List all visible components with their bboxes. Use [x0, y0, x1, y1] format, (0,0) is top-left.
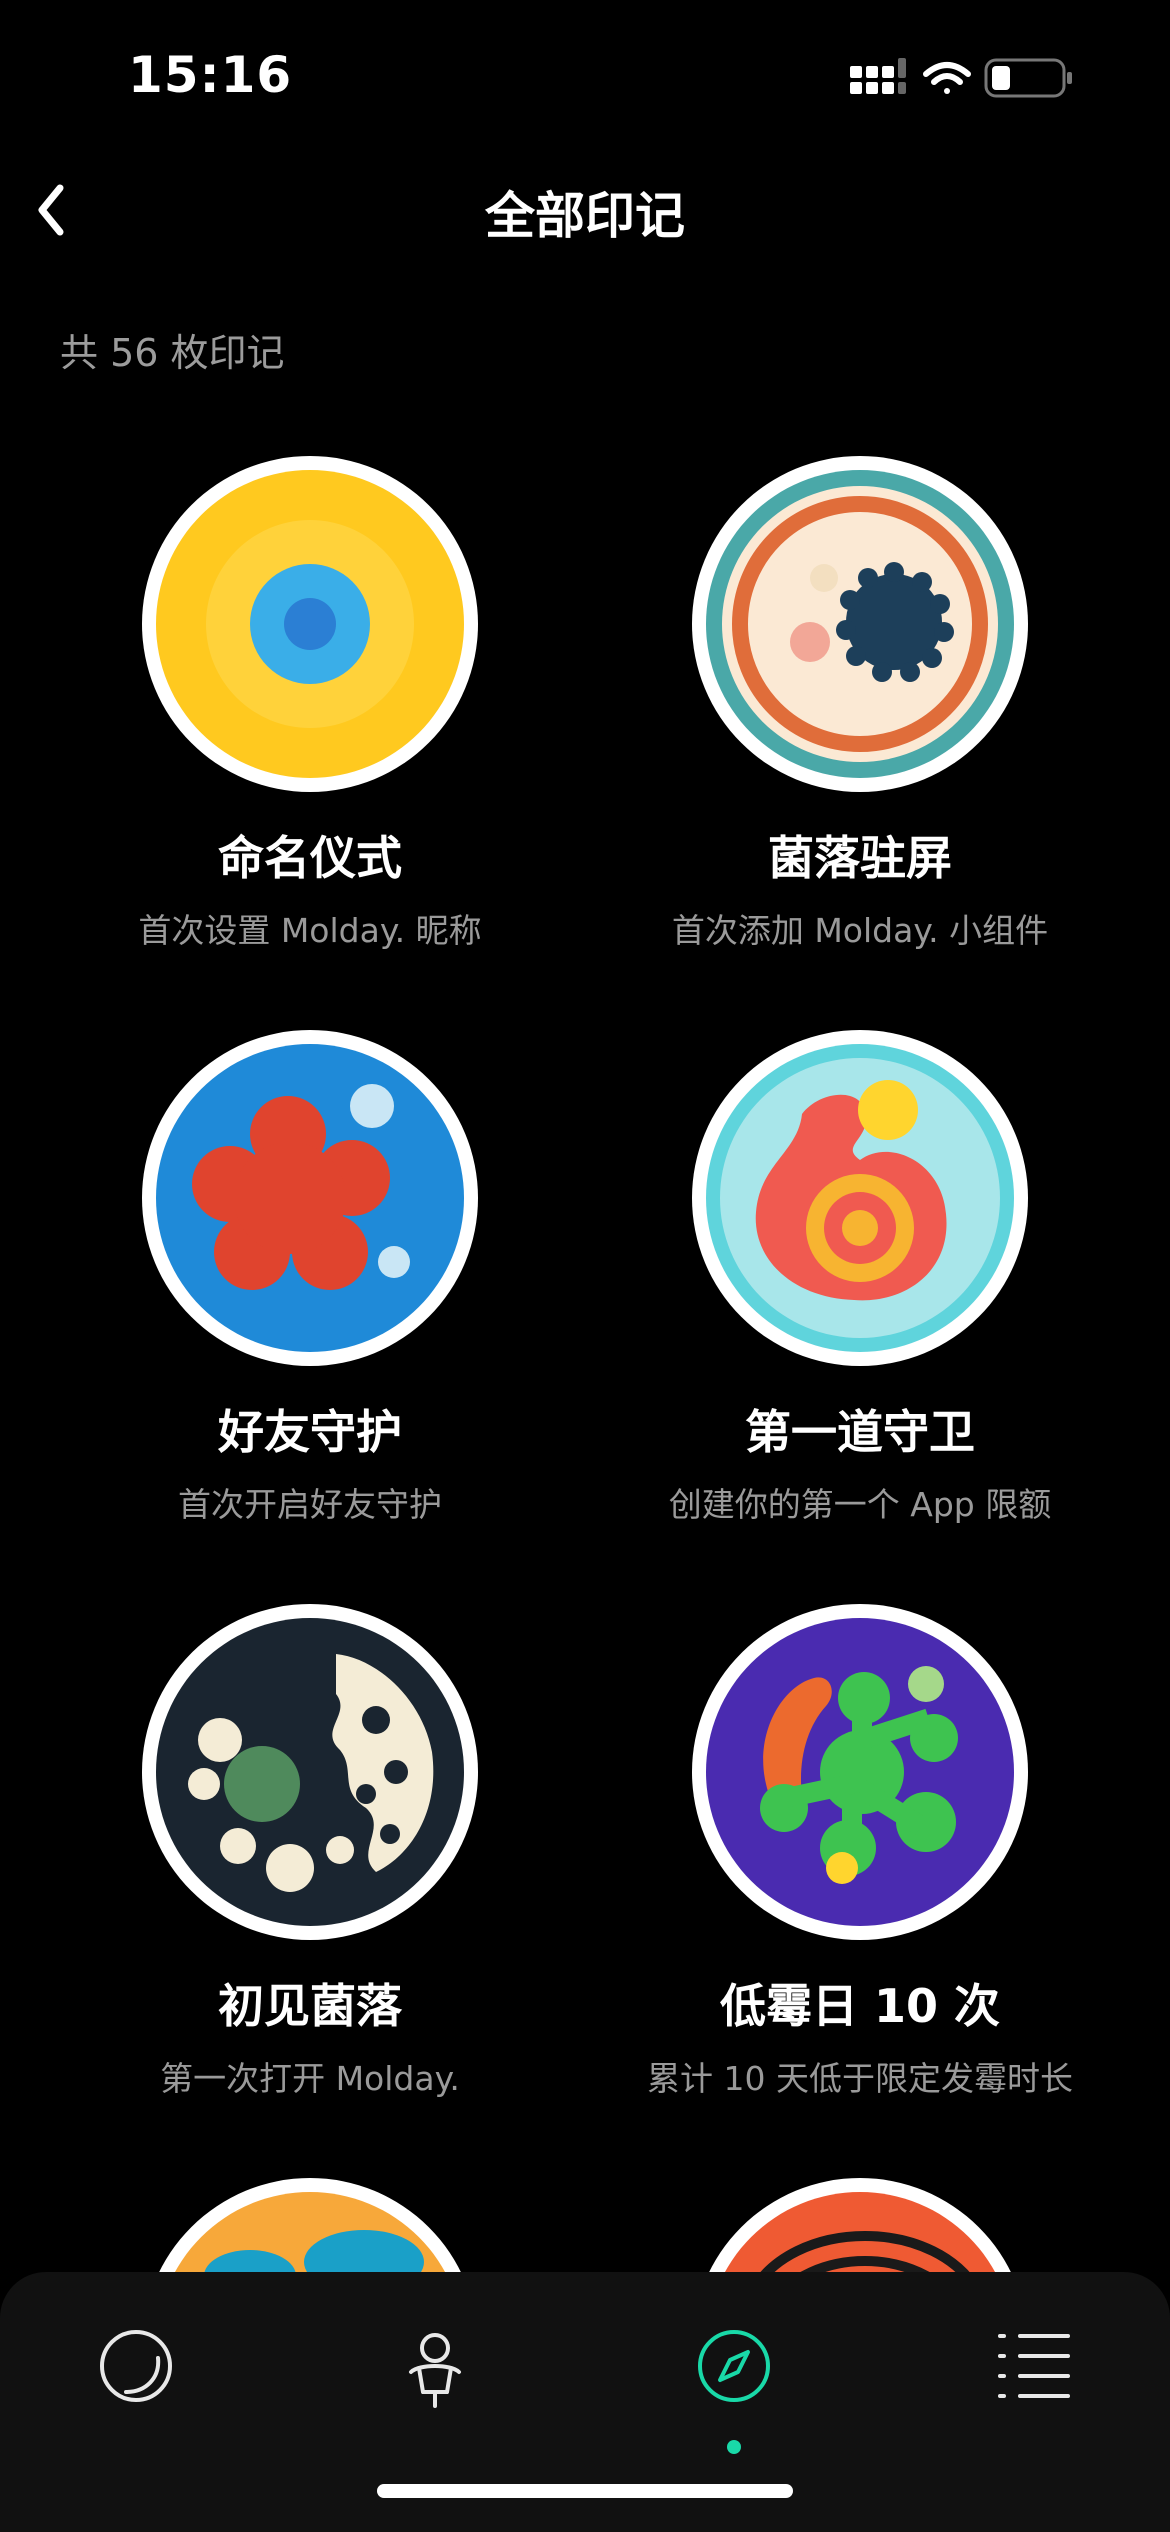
battery-icon — [984, 58, 1072, 98]
tab-friends[interactable] — [375, 2306, 495, 2426]
badge-title: 菌落驻屏 — [768, 831, 952, 885]
badge-title: 好友守护 — [218, 1405, 402, 1459]
badge-description: 创建你的第一个 App 限额 — [668, 1485, 1052, 1524]
badge-count-label: 共 56 枚印记 — [60, 331, 285, 375]
badge-title: 初见菌落 — [218, 1979, 402, 2033]
active-tab-indicator — [727, 2440, 741, 2454]
moon-spots-badge-icon — [142, 1604, 478, 1940]
tab-menu[interactable] — [974, 2306, 1094, 2426]
badge-description: 首次开启好友守护 — [178, 1485, 442, 1524]
red-flower-badge-icon — [142, 1030, 478, 1366]
page-title: 全部印记 — [485, 187, 685, 245]
badge-description: 首次添加 Molday. 小组件 — [671, 911, 1049, 950]
status-time: 15:16 — [128, 46, 293, 104]
compass-icon — [698, 2330, 770, 2402]
wifi-icon — [923, 62, 971, 94]
cellular-signal-icon — [850, 58, 906, 94]
badge-description: 首次设置 Molday. 昵称 — [138, 911, 482, 950]
person-icon — [409, 2333, 461, 2408]
badge-card[interactable]: 初见菌落 第一次打开 Molday. — [30, 1602, 590, 2100]
badge-description: 累计 10 天低于限定发霉时长 — [647, 2059, 1073, 2098]
badge-card[interactable]: 菌落驻屏 首次添加 Molday. 小组件 — [580, 454, 1140, 952]
flame-target-badge-icon — [692, 1030, 1028, 1366]
petri-dish-badge-icon — [692, 456, 1028, 792]
yellow-rings-badge-icon — [142, 456, 478, 792]
badge-card[interactable]: 低霉日 10 次 累计 10 天低于限定发霉时长 — [580, 1602, 1140, 2100]
nav-bar: 全部印记 — [0, 150, 1170, 260]
badge-card[interactable]: 第一道守卫 创建你的第一个 App 限额 — [580, 1028, 1140, 1526]
green-splat-badge-icon — [692, 1604, 1028, 1940]
tab-discover[interactable] — [674, 2306, 794, 2454]
badge-title: 第一道守卫 — [745, 1405, 975, 1459]
tab-home[interactable] — [76, 2306, 196, 2426]
home-indicator[interactable] — [377, 2484, 793, 2498]
list-icon — [998, 2334, 1070, 2398]
badge-description: 第一次打开 Molday. — [160, 2059, 460, 2098]
status-bar: 15:16 — [0, 0, 1170, 150]
badge-card[interactable]: 好友守护 首次开启好友守护 — [30, 1028, 590, 1526]
badge-card[interactable]: 命名仪式 首次设置 Molday. 昵称 — [30, 454, 590, 952]
badge-title: 命名仪式 — [218, 831, 402, 885]
status-icons — [850, 56, 1090, 100]
badge-title: 低霉日 10 次 — [719, 1979, 1001, 2033]
moon-circle-icon — [100, 2330, 172, 2402]
